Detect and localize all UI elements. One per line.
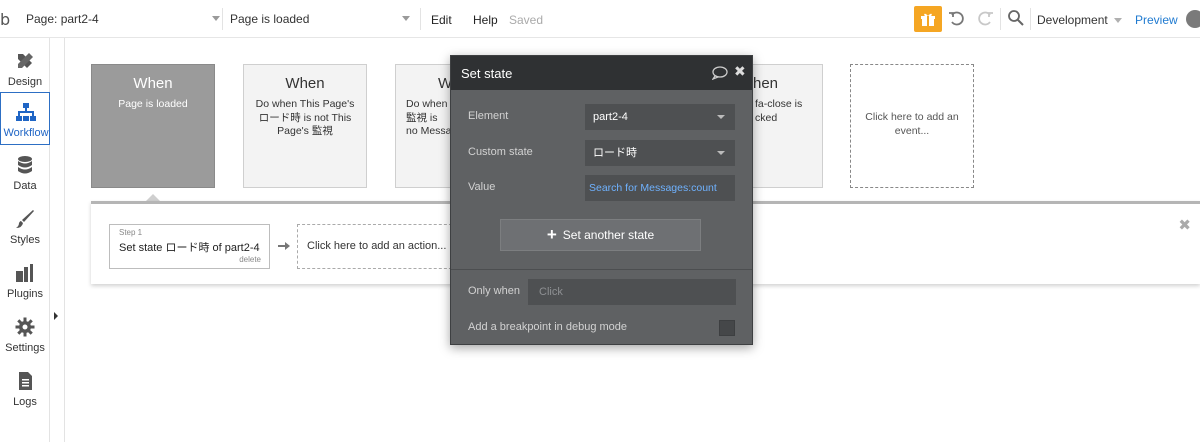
element-select[interactable]: part2-4 bbox=[585, 104, 735, 130]
workflow-icon bbox=[16, 103, 36, 121]
event-select[interactable]: Page is loaded bbox=[230, 6, 410, 32]
breakpoint-label: Add a breakpoint in debug mode bbox=[468, 321, 628, 333]
event-card-title: When bbox=[285, 75, 325, 92]
custom-state-select[interactable]: ロード時 bbox=[585, 140, 735, 166]
gift-icon bbox=[921, 13, 935, 26]
divider bbox=[420, 8, 421, 30]
chevron-down-icon bbox=[1113, 18, 1122, 24]
value-expression-field[interactable]: Search for Messages:count bbox=[585, 175, 735, 201]
preview-link[interactable]: Preview bbox=[1135, 13, 1178, 27]
sidebar-item-logs[interactable]: Logs bbox=[0, 362, 50, 415]
sidebar-item-label: Settings bbox=[5, 342, 45, 354]
sidebar-item-label: Plugins bbox=[6, 288, 44, 300]
set-another-state-label: Set another state bbox=[562, 228, 655, 242]
plugin-icon bbox=[16, 264, 33, 282]
sidebar-item-design[interactable]: Design bbox=[0, 42, 50, 95]
breakpoint-checkbox[interactable] bbox=[719, 320, 735, 336]
search-icon[interactable] bbox=[1007, 9, 1025, 27]
sidebar-item-label: Logs bbox=[13, 396, 37, 408]
page-select[interactable]: Page: part2-4 bbox=[20, 6, 220, 32]
top-bar: b Page: part2-4 Page is loaded Edit Help… bbox=[0, 0, 1200, 38]
chevron-down-icon bbox=[717, 151, 725, 155]
sidebar-item-workflow[interactable]: Workflow bbox=[0, 92, 50, 145]
set-state-panel: Set state ✖ Element part2-4 Custom state… bbox=[450, 55, 753, 345]
comment-icon[interactable] bbox=[712, 66, 728, 80]
divider bbox=[222, 8, 223, 30]
gift-button[interactable] bbox=[914, 6, 942, 32]
sidebar-item-plugins[interactable]: Plugins bbox=[0, 254, 50, 307]
chevron-down-icon bbox=[212, 16, 220, 21]
environment-value: Development bbox=[1037, 13, 1108, 27]
panel-header: Set state ✖ bbox=[451, 56, 752, 90]
step-label: Set state ロード時 of part2-4 bbox=[119, 242, 260, 254]
close-icon[interactable]: ✖ bbox=[1178, 216, 1191, 234]
custom-state-label: Custom state bbox=[468, 146, 533, 158]
divider bbox=[1030, 8, 1031, 30]
add-event-label: Click here to add an event... bbox=[865, 111, 959, 137]
menu-help[interactable]: Help bbox=[473, 13, 498, 27]
event-card-desc: Do when This Page's ロード時 is not This Pag… bbox=[255, 98, 355, 137]
app-root: b Page: part2-4 Page is loaded Edit Help… bbox=[0, 0, 1200, 442]
panel-title: Set state bbox=[461, 66, 513, 81]
undo-icon[interactable] bbox=[948, 9, 966, 27]
add-action-button[interactable]: Click here to add an action... bbox=[297, 224, 457, 269]
expand-arrow-icon[interactable] bbox=[54, 312, 58, 320]
sidebar: Design Workflow Data Styles Plugins Sett… bbox=[0, 38, 50, 442]
event-card-desc: Do when 監視 is no Messa bbox=[406, 98, 452, 137]
plus-icon: + bbox=[546, 224, 557, 244]
event-card-title: When bbox=[133, 75, 173, 92]
only-when-field[interactable]: Click bbox=[528, 279, 736, 305]
step-number: Step 1 bbox=[119, 228, 143, 237]
database-icon bbox=[18, 156, 32, 174]
saved-status: Saved bbox=[509, 13, 544, 27]
redo-icon[interactable] bbox=[976, 9, 994, 27]
delete-step-link[interactable]: delete bbox=[239, 255, 261, 264]
bubble-logo[interactable]: b bbox=[0, 10, 10, 29]
sidebar-item-label: Design bbox=[7, 76, 43, 88]
divider bbox=[64, 38, 65, 442]
sidebar-item-data[interactable]: Data bbox=[0, 146, 50, 199]
event-card[interactable]: When Do when This Page's ロード時 is not Thi… bbox=[243, 64, 367, 188]
selection-pointer bbox=[146, 194, 160, 201]
avatar[interactable] bbox=[1186, 10, 1200, 28]
only-when-label: Only when bbox=[468, 285, 520, 297]
brush-icon bbox=[16, 210, 34, 228]
event-card-page-loaded[interactable]: When Page is loaded bbox=[91, 64, 215, 188]
event-select-value: Page is loaded bbox=[230, 12, 310, 26]
close-icon[interactable]: ✖ bbox=[734, 64, 746, 80]
element-select-value: part2-4 bbox=[593, 111, 628, 123]
document-icon bbox=[19, 372, 32, 390]
set-another-state-button[interactable]: + Set another state bbox=[500, 219, 701, 251]
sidebar-item-label: Styles bbox=[10, 234, 40, 246]
chevron-down-icon bbox=[717, 115, 725, 119]
page-select-value: Page: part2-4 bbox=[26, 12, 99, 26]
sidebar-item-label: Workflow bbox=[3, 127, 49, 139]
environment-select[interactable]: Development bbox=[1037, 13, 1122, 27]
sidebar-item-label: Data bbox=[13, 180, 37, 192]
custom-state-value: ロード時 bbox=[593, 147, 637, 159]
event-card-desc: Page is loaded bbox=[118, 98, 188, 110]
chevron-down-icon bbox=[402, 16, 410, 21]
sidebar-item-settings[interactable]: Settings bbox=[0, 308, 50, 361]
arrow-right-icon bbox=[278, 242, 290, 250]
action-step[interactable]: Step 1 Set state ロード時 of part2-4 delete bbox=[109, 224, 270, 269]
design-icon bbox=[18, 53, 33, 68]
divider bbox=[1000, 8, 1001, 30]
gear-icon bbox=[15, 317, 35, 337]
menu-edit[interactable]: Edit bbox=[431, 13, 452, 27]
divider bbox=[451, 269, 752, 270]
element-label: Element bbox=[468, 110, 509, 122]
add-event-card[interactable]: Click here to add an event... bbox=[850, 64, 974, 188]
value-label: Value bbox=[468, 181, 496, 193]
sidebar-item-styles[interactable]: Styles bbox=[0, 200, 50, 253]
